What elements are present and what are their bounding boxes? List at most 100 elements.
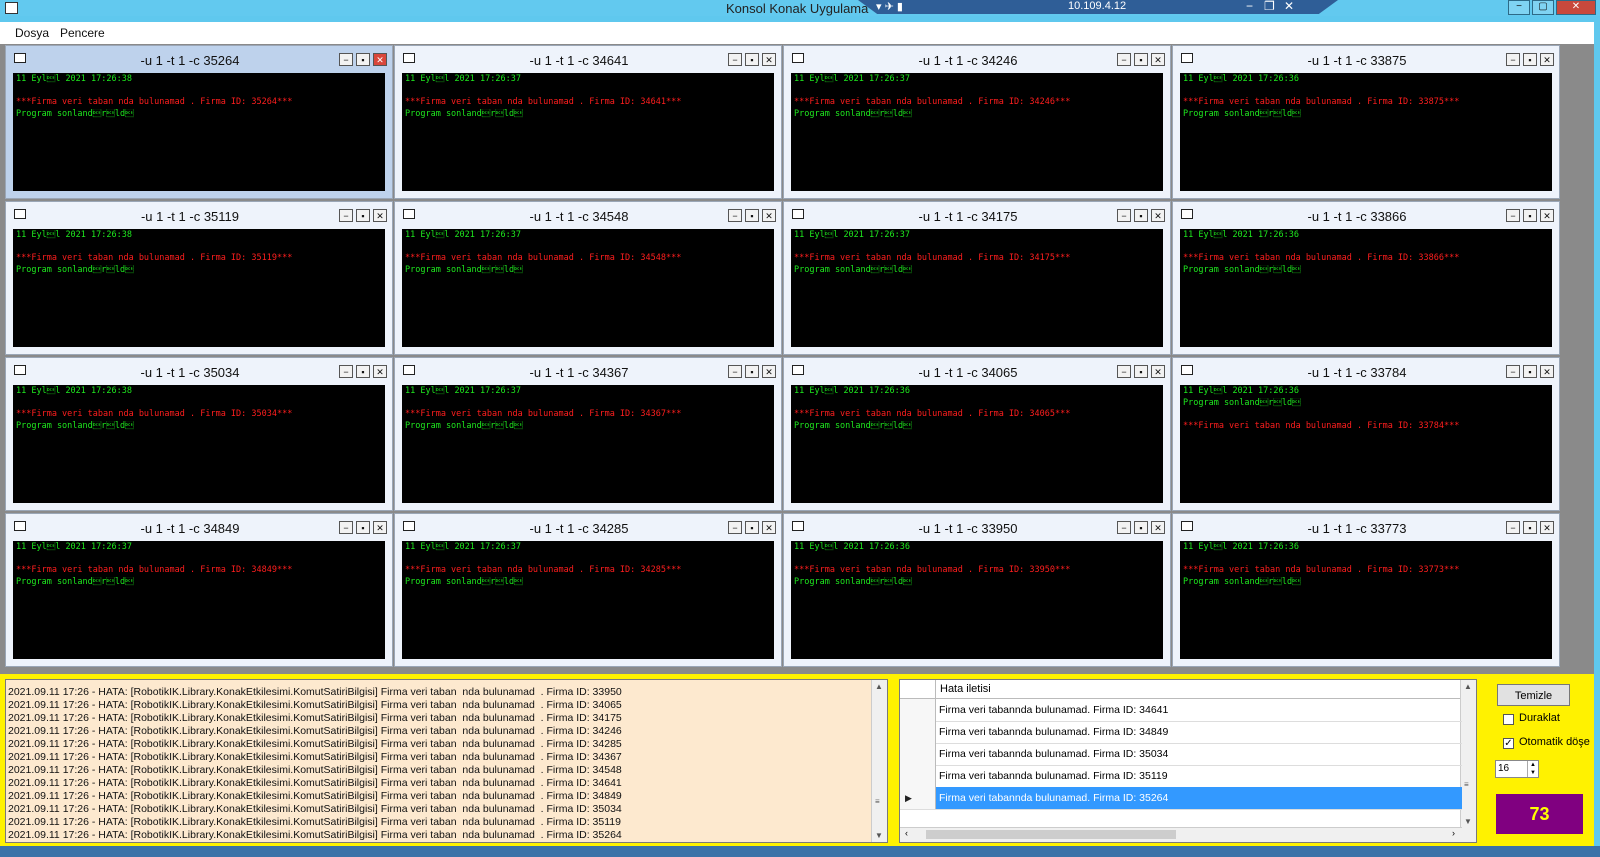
grid-cell[interactable]: Firma veri tabannda bulunamad. Firma ID:… xyxy=(936,721,1462,743)
pause-checkbox[interactable] xyxy=(1503,714,1514,725)
close-icon[interactable]: ✕ xyxy=(373,365,387,378)
maximize-icon[interactable]: ▪ xyxy=(1523,209,1537,222)
console-output[interactable]: 11 Eyll 2021 17:26:36 ***Firma veri tab… xyxy=(791,541,1163,659)
autotile-checkbox[interactable]: ✓ xyxy=(1503,738,1514,749)
console-output[interactable]: 11 Eyll 2021 17:26:37 ***Firma veri tab… xyxy=(791,229,1163,347)
minimize-icon[interactable]: − xyxy=(1506,209,1520,222)
row-header[interactable] xyxy=(900,699,936,721)
pin-icon[interactable]: ▾ ✈ ▮ xyxy=(876,0,903,13)
minimize-icon[interactable]: − xyxy=(339,209,353,222)
close-icon[interactable]: ✕ xyxy=(1540,521,1554,534)
console-window[interactable]: -u 1 -t 1 -c 33950 − ▪ ✕ 11 Eyll 2021 17:26… xyxy=(783,513,1171,667)
close-icon[interactable]: ✕ xyxy=(1151,365,1165,378)
minimize-icon[interactable]: − xyxy=(728,521,742,534)
grid-scroll-up-icon[interactable]: ▲ xyxy=(1464,682,1472,691)
close-icon[interactable]: ✕ xyxy=(762,53,776,66)
maximize-icon[interactable]: ▪ xyxy=(1134,521,1148,534)
close-icon[interactable]: ✕ xyxy=(762,209,776,222)
console-output[interactable]: 11 Eyll 2021 17:26:38 ***Firma veri tab… xyxy=(13,73,385,191)
minimize-icon[interactable]: − xyxy=(1506,365,1520,378)
close-icon[interactable]: ✕ xyxy=(1151,521,1165,534)
minimize-icon[interactable]: − xyxy=(1117,365,1131,378)
rdp-restore-icon[interactable]: ❐ xyxy=(1264,0,1275,13)
console-window[interactable]: -u 1 -t 1 -c 33773 − ▪ ✕ 11 Eyll 2021 17:26… xyxy=(1172,513,1560,667)
close-icon[interactable]: ✕ xyxy=(1151,209,1165,222)
close-icon[interactable]: ✕ xyxy=(1540,53,1554,66)
close-icon[interactable]: ✕ xyxy=(762,521,776,534)
hscroll-thumb[interactable] xyxy=(926,830,1176,839)
minimize-icon[interactable]: − xyxy=(1117,53,1131,66)
console-window[interactable]: -u 1 -t 1 -c 34548 − ▪ ✕ 11 Eyll 2021 17:26… xyxy=(394,201,782,355)
close-icon[interactable]: ✕ xyxy=(1540,365,1554,378)
maximize-icon[interactable]: ▪ xyxy=(1523,53,1537,66)
console-window[interactable]: -u 1 -t 1 -c 34849 − ▪ ✕ 11 Eyll 2021 17:26… xyxy=(5,513,393,667)
maximize-icon[interactable]: ▪ xyxy=(745,365,759,378)
minimize-icon[interactable]: − xyxy=(339,521,353,534)
maximize-icon[interactable]: ▪ xyxy=(1523,521,1537,534)
maximize-icon[interactable]: ▪ xyxy=(745,53,759,66)
minimize-icon[interactable]: − xyxy=(339,53,353,66)
console-output[interactable]: 11 Eyll 2021 17:26:37 ***Firma veri tab… xyxy=(402,73,774,191)
grid-scroll-grip-icon[interactable]: ≡ xyxy=(1464,780,1469,789)
row-header[interactable] xyxy=(900,743,936,765)
maximize-icon[interactable]: ▪ xyxy=(356,365,370,378)
console-window[interactable]: -u 1 -t 1 -c 34175 − ▪ ✕ 11 Eyll 2021 17:26… xyxy=(783,201,1171,355)
console-window[interactable]: -u 1 -t 1 -c 34285 − ▪ ✕ 11 Eyll 2021 17:26… xyxy=(394,513,782,667)
grid-row[interactable]: ▶ Firma veri tabannda bulunamad. Firma ID… xyxy=(900,787,1462,810)
maximize-icon[interactable]: ▪ xyxy=(1134,209,1148,222)
log-scrollbar[interactable]: ▲ ≡ ▼ xyxy=(871,680,887,842)
close-icon[interactable]: ✕ xyxy=(373,209,387,222)
minimize-button[interactable]: − xyxy=(1508,0,1530,15)
grid-cell[interactable]: Firma veri tabannda bulunamad. Firma ID:… xyxy=(936,699,1462,721)
maximize-icon[interactable]: ▪ xyxy=(745,209,759,222)
autotile-label[interactable]: Otomatik döşe xyxy=(1519,736,1590,748)
console-window[interactable]: -u 1 -t 1 -c 35119 − ▪ ✕ 11 Eyll 2021 17:26… xyxy=(5,201,393,355)
pause-label[interactable]: Duraklat xyxy=(1519,712,1560,724)
count-stepper[interactable]: 16 ▲ ▼ xyxy=(1495,760,1539,778)
error-grid[interactable]: Hata iletisi ▲ ≡ ▼ ‹ › Firma veri tabann… xyxy=(899,679,1477,843)
scroll-up-icon[interactable]: ▲ xyxy=(875,682,883,691)
menu-dosya[interactable]: Dosya xyxy=(15,26,49,40)
console-output[interactable]: 11 Eyll 2021 17:26:36 ***Firma veri tab… xyxy=(1180,229,1552,347)
minimize-icon[interactable]: − xyxy=(1506,53,1520,66)
close-icon[interactable]: ✕ xyxy=(373,53,387,66)
scroll-grip-icon[interactable]: ≡ xyxy=(875,797,880,806)
minimize-icon[interactable]: − xyxy=(339,365,353,378)
minimize-icon[interactable]: − xyxy=(728,365,742,378)
console-window[interactable]: -u 1 -t 1 -c 34246 − ▪ ✕ 11 Eyll 2021 17:26… xyxy=(783,45,1171,199)
grid-row[interactable]: Firma veri tabannda bulunamad. Firma ID:… xyxy=(900,699,1462,722)
spin-arrows-icon[interactable]: ▲ ▼ xyxy=(1527,761,1538,777)
console-window[interactable]: -u 1 -t 1 -c 33784 − ▪ ✕ 11 Eyll 2021 17:26… xyxy=(1172,357,1560,511)
minimize-icon[interactable]: − xyxy=(1117,209,1131,222)
console-window[interactable]: -u 1 -t 1 -c 35034 − ▪ ✕ 11 Eyll 2021 17:26… xyxy=(5,357,393,511)
maximize-button[interactable]: ▢ xyxy=(1532,0,1554,15)
console-window[interactable]: -u 1 -t 1 -c 33875 − ▪ ✕ 11 Eyll 2021 17:26… xyxy=(1172,45,1560,199)
console-output[interactable]: 11 Eyll 2021 17:26:37 ***Firma veri tab… xyxy=(402,541,774,659)
close-icon[interactable]: ✕ xyxy=(373,521,387,534)
minimize-icon[interactable]: − xyxy=(728,53,742,66)
close-button[interactable]: ✕ xyxy=(1556,0,1596,15)
console-output[interactable]: 11 Eyll 2021 17:26:36 ***Firma veri tab… xyxy=(1180,541,1552,659)
console-output[interactable]: 11 Eyll 2021 17:26:37 ***Firma veri tab… xyxy=(791,73,1163,191)
console-output[interactable]: 11 Eyll 2021 17:26:38 ***Firma veri tab… xyxy=(13,385,385,503)
maximize-icon[interactable]: ▪ xyxy=(1523,365,1537,378)
maximize-icon[interactable]: ▪ xyxy=(356,53,370,66)
grid-hscrollbar[interactable]: ‹ › xyxy=(900,827,1462,842)
minimize-icon[interactable]: − xyxy=(728,209,742,222)
console-window[interactable]: -u 1 -t 1 -c 34367 − ▪ ✕ 11 Eyll 2021 17:26… xyxy=(394,357,782,511)
rdp-minimize-icon[interactable]: − xyxy=(1246,0,1253,13)
console-output[interactable]: 11 Eyll 2021 17:26:38 ***Firma veri tab… xyxy=(13,229,385,347)
minimize-icon[interactable]: − xyxy=(1506,521,1520,534)
console-window[interactable]: -u 1 -t 1 -c 35264 − ▪ ✕ 11 Eyll 2021 17:26… xyxy=(5,45,393,199)
log-textbox[interactable]: ▲ ≡ ▼ 2021.09.11 17:26 - HATA: [RobotikI… xyxy=(5,679,888,843)
console-window[interactable]: -u 1 -t 1 -c 34641 − ▪ ✕ 11 Eyll 2021 17:26… xyxy=(394,45,782,199)
grid-cell[interactable]: Firma veri tabannda bulunamad. Firma ID:… xyxy=(936,743,1462,765)
menu-pencere[interactable]: Pencere xyxy=(60,26,105,40)
console-window[interactable]: -u 1 -t 1 -c 33866 − ▪ ✕ 11 Eyll 2021 17:26… xyxy=(1172,201,1560,355)
close-icon[interactable]: ✕ xyxy=(762,365,776,378)
maximize-icon[interactable]: ▪ xyxy=(356,521,370,534)
rdp-close-icon[interactable]: ✕ xyxy=(1284,0,1294,13)
grid-row[interactable]: Firma veri tabannda bulunamad. Firma ID:… xyxy=(900,721,1462,744)
row-header[interactable] xyxy=(900,765,936,787)
scroll-down-icon[interactable]: ▼ xyxy=(875,831,883,840)
